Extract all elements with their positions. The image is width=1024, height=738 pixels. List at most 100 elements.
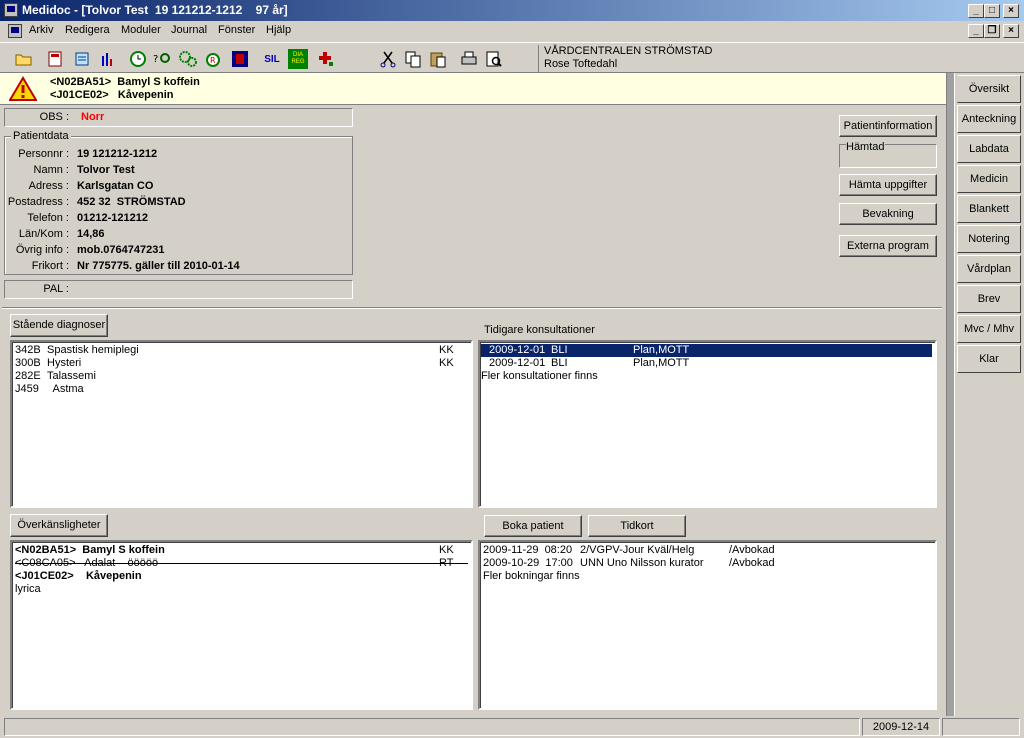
gears-icon[interactable] [178, 49, 198, 69]
obs-label: OBS : [39, 111, 69, 123]
minimize-button[interactable]: _ [968, 4, 984, 18]
namn-value: Tolvor Test [77, 164, 135, 176]
print-preview-icon[interactable] [484, 49, 504, 69]
patientinformation-button[interactable]: Patientinformation [839, 115, 937, 137]
tab-medicin[interactable]: Medicin [957, 165, 1021, 193]
tab-labdata[interactable]: Labdata [957, 135, 1021, 163]
menu-hjalp[interactable]: Hjälp [266, 24, 291, 36]
maximize-button[interactable]: □ [984, 4, 1000, 18]
child-restore-button[interactable]: ❐ [984, 24, 1000, 38]
medical-cross-icon[interactable] [316, 49, 336, 69]
staende-diagnoser-button[interactable]: Stående diagnoser [10, 314, 108, 337]
pal-label: PAL : [43, 283, 69, 295]
booking-desc: UNN Uno Nilsson kurator [580, 557, 704, 569]
boka-patient-button[interactable]: Boka patient [484, 515, 582, 537]
allergy-text: <N02BA51> Bamyl S koffein [15, 544, 165, 556]
list-item[interactable]: 2009-11-29 08:20 2/VGPV-Jour Kväl/Helg /… [483, 544, 932, 557]
tab-anteckning[interactable]: Anteckning [957, 105, 1021, 133]
svg-text:?: ? [153, 54, 158, 65]
tidkort-button[interactable]: Tidkort [588, 515, 686, 537]
notes-icon[interactable] [72, 49, 92, 69]
status-extra [942, 718, 1020, 736]
menu-redigera[interactable]: Redigera [65, 24, 110, 36]
diagnosis-code: 342B [15, 344, 41, 356]
ovrig-info-value: mob.0764747231 [77, 244, 165, 256]
app-icon[interactable] [4, 3, 18, 17]
list-item[interactable]: <J01CE02> Kåvepenin [15, 570, 468, 583]
tab-mvc-mhv[interactable]: Mvc / Mhv [957, 315, 1021, 343]
tab-vardplan[interactable]: Vårdplan [957, 255, 1021, 283]
consultation-type: Plan,MOTT [633, 357, 690, 369]
close-button[interactable]: × [1003, 4, 1019, 18]
section-divider [2, 307, 942, 309]
list-item[interactable]: 282E Talassemi [15, 370, 468, 383]
side-panel-divider [946, 73, 955, 716]
list-item[interactable]: <C08CA05> Adalat ööööö RT [15, 557, 468, 570]
menu-journal[interactable]: Journal [171, 24, 207, 36]
list-item[interactable]: 2009-12-01 BLI Plan,MOTT [481, 344, 932, 357]
open-folder-icon[interactable] [14, 49, 34, 69]
allergies-list[interactable]: <N02BA51> Bamyl S koffein KK <C08CA05> A… [10, 540, 473, 710]
namn-label: Namn : [33, 164, 69, 176]
adress-label: Adress : [28, 180, 69, 192]
clinic-info: VÅRDCENTRALEN STRÖMSTAD Rose Toftedahl [538, 45, 712, 73]
menu-fonster[interactable]: Fönster [218, 24, 255, 36]
document-icon[interactable] [8, 24, 22, 38]
frikort-label: Frikort : [31, 260, 69, 272]
chart-icon[interactable] [98, 49, 118, 69]
prescription-icon[interactable]: R [204, 49, 224, 69]
consultations-list[interactable]: 2009-12-01 BLI Plan,MOTT 2009-12-01 BLI … [478, 340, 937, 508]
diagnosis-flag: KK [439, 344, 454, 356]
allergy-flag: KK [439, 544, 454, 556]
menu-arkiv[interactable]: Arkiv [29, 24, 53, 36]
list-item[interactable]: J459 Astma [15, 383, 468, 396]
frikort-value: Nr 775775. gäller till 2010-01-14 [77, 260, 240, 272]
tab-blankett[interactable]: Blankett [957, 195, 1021, 223]
bevakning-button[interactable]: Bevakning [839, 203, 937, 225]
status-bar: 2009-12-14 [0, 716, 1024, 738]
more-consultations[interactable]: Fler konsultationer finns [481, 370, 932, 383]
list-item[interactable]: 2009-12-01 BLI Plan,MOTT [481, 357, 932, 370]
bookings-list[interactable]: 2009-11-29 08:20 2/VGPV-Jour Kväl/Helg /… [478, 540, 937, 710]
search-patient-icon[interactable]: ? [152, 49, 172, 69]
clock-icon[interactable] [128, 49, 148, 69]
diagnoses-list[interactable]: 342B Spastisk hemiplegi KK 300B Hysteri … [10, 340, 473, 508]
allergy-flag: RT [439, 557, 454, 569]
diagnosis-flag: KK [439, 357, 454, 369]
tab-oversikt[interactable]: Översikt [957, 75, 1021, 103]
patientdata-group: Patientdata Personnr : 19 121212-1212 Na… [4, 130, 353, 275]
list-item[interactable]: lyrica [15, 583, 468, 596]
diagnosis-code: 282E [15, 370, 41, 382]
more-bookings[interactable]: Fler bokningar finns [483, 570, 932, 583]
list-item[interactable]: 2009-10-29 17:00 UNN Uno Nilsson kurator… [483, 557, 932, 570]
externa-program-button[interactable]: Externa program [839, 235, 937, 257]
sil-icon[interactable]: SIL [262, 49, 282, 69]
paste-icon[interactable] [428, 49, 448, 69]
child-close-button[interactable]: × [1003, 24, 1019, 38]
list-item[interactable]: 342B Spastisk hemiplegi KK [15, 344, 468, 357]
print-icon[interactable] [459, 49, 479, 69]
booking-datetime: 2009-11-29 08:20 [483, 544, 573, 556]
tab-klar[interactable]: Klar [957, 345, 1021, 373]
copy-icon[interactable] [403, 49, 423, 69]
obs-field: OBS : Norr [4, 108, 353, 127]
list-item[interactable]: 300B Hysteri KK [15, 357, 468, 370]
booking-desc: 2/VGPV-Jour Kväl/Helg [580, 544, 695, 556]
tab-brev[interactable]: Brev [957, 285, 1021, 313]
scissors-icon[interactable] [378, 49, 398, 69]
menu-moduler[interactable]: Moduler [121, 24, 161, 36]
menu-bar: Arkiv Redigera Moduler Journal Fönster H… [0, 21, 1024, 41]
patient-card-icon[interactable] [46, 49, 66, 69]
list-item[interactable]: <N02BA51> Bamyl S koffein KK [15, 544, 468, 557]
personnr-value: 19 121212-1212 [77, 148, 158, 160]
hamta-uppgifter-button[interactable]: Hämta uppgifter [839, 174, 937, 196]
patientdata-title: Patientdata [11, 130, 71, 142]
allergy-text: <J01CE02> Kåvepenin [15, 570, 142, 582]
postadress-value: 452 32 STRÖMSTAD [77, 196, 186, 208]
child-minimize-button[interactable]: _ [968, 24, 984, 38]
diareg-icon[interactable]: DIA REG [288, 49, 308, 69]
overkanslighet-button[interactable]: Överkänsligheter [10, 514, 108, 537]
svg-text:R: R [210, 56, 216, 65]
image-icon[interactable] [230, 49, 250, 69]
tab-notering[interactable]: Notering [957, 225, 1021, 253]
